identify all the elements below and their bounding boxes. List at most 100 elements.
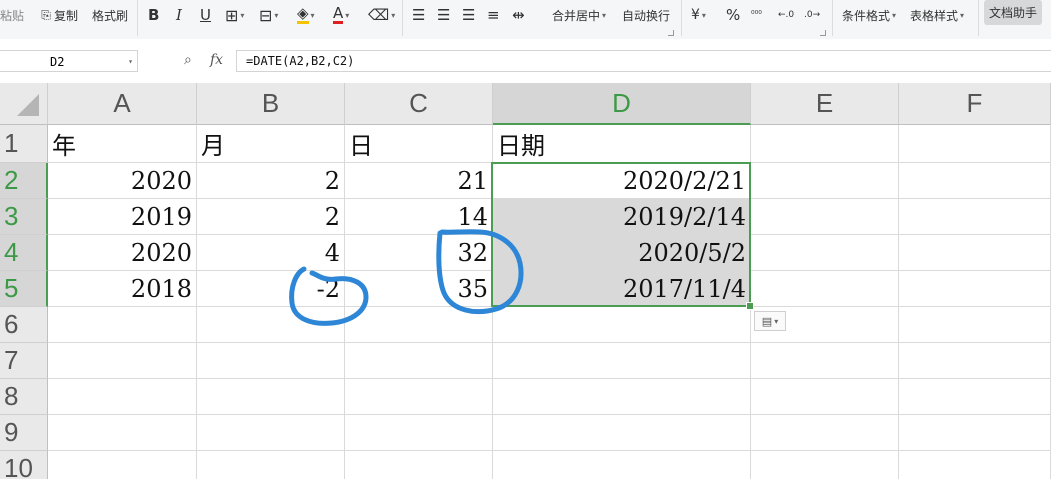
bold-button[interactable]: B	[148, 4, 159, 26]
fill-handle[interactable]	[746, 302, 754, 310]
cell-c4[interactable]: 32	[345, 235, 493, 271]
column-header-d[interactable]: D	[493, 83, 751, 125]
distribute-button[interactable]: ⇹	[512, 4, 525, 26]
align-top-button[interactable]: ☰	[412, 4, 425, 26]
zoom-search-icon[interactable]: ⌕	[184, 52, 192, 68]
cell-f4[interactable]	[899, 235, 1051, 271]
cell-e3[interactable]	[751, 199, 899, 235]
row-header-6[interactable]: 6	[0, 307, 48, 343]
column-header-b[interactable]: B	[197, 83, 345, 125]
cell-d1[interactable]: 日期	[493, 125, 751, 163]
cell-d3[interactable]: 2019/2/14	[493, 199, 751, 235]
row-header-3[interactable]: 3	[0, 199, 48, 235]
clear-button[interactable]: ⌫ ▾	[368, 4, 395, 26]
chevron-down-icon[interactable]: ▾	[128, 51, 133, 73]
thousands-button[interactable]: ⁰⁰⁰	[751, 4, 762, 26]
cell-f9[interactable]	[899, 415, 1051, 451]
cell-e4[interactable]	[751, 235, 899, 271]
cell-a7[interactable]	[48, 343, 197, 379]
italic-button[interactable]: I	[176, 4, 182, 26]
conditional-format-button[interactable]: 条件格式 ▾	[842, 4, 896, 26]
cell-f7[interactable]	[899, 343, 1051, 379]
cell-a3[interactable]: 2019	[48, 199, 197, 235]
doc-helper-button[interactable]: 文档助手	[984, 0, 1042, 25]
column-header-c[interactable]: C	[345, 83, 493, 125]
paste-button[interactable]: 粘贴	[0, 4, 24, 26]
font-color-button[interactable]: A ▾	[333, 4, 349, 26]
cell-f6[interactable]	[899, 307, 1051, 343]
cell-a1[interactable]: 年	[48, 125, 197, 163]
cell-c2[interactable]: 21	[345, 163, 493, 199]
cell-f1[interactable]	[899, 125, 1051, 163]
table-style-button[interactable]: 表格样式 ▾	[910, 4, 964, 26]
cell-e5[interactable]	[751, 271, 899, 307]
cell-a4[interactable]: 2020	[48, 235, 197, 271]
cell-c10[interactable]	[345, 451, 493, 479]
cell-d7[interactable]	[493, 343, 751, 379]
cell-d8[interactable]	[493, 379, 751, 415]
cell-c9[interactable]	[345, 415, 493, 451]
cell-f10[interactable]	[899, 451, 1051, 479]
row-header-8[interactable]: 8	[0, 379, 48, 415]
decrease-decimal-button[interactable]: .0→	[804, 4, 820, 26]
cell-f2[interactable]	[899, 163, 1051, 199]
cell-e10[interactable]	[751, 451, 899, 479]
align-bottom-button[interactable]: ☰	[462, 4, 475, 26]
row-header-9[interactable]: 9	[0, 415, 48, 451]
cell-c6[interactable]	[345, 307, 493, 343]
row-header-7[interactable]: 7	[0, 343, 48, 379]
cell-a8[interactable]	[48, 379, 197, 415]
fill-color-button[interactable]: ◈ ▾	[297, 4, 315, 26]
cell-e1[interactable]	[751, 125, 899, 163]
cell-c1[interactable]: 日	[345, 125, 493, 163]
cell-b10[interactable]	[197, 451, 345, 479]
cell-b1[interactable]: 月	[197, 125, 345, 163]
merge-center-button[interactable]: 合并居中 ▾	[552, 4, 606, 26]
cell-c7[interactable]	[345, 343, 493, 379]
cell-d5[interactable]: 2017/11/4	[493, 271, 751, 307]
cell-f8[interactable]	[899, 379, 1051, 415]
underline-button[interactable]: U	[200, 4, 211, 26]
cell-c5[interactable]: 35	[345, 271, 493, 307]
cell-b5[interactable]: -2	[197, 271, 345, 307]
row-header-1[interactable]: 1	[0, 125, 48, 163]
cell-b7[interactable]	[197, 343, 345, 379]
cell-d6[interactable]	[493, 307, 751, 343]
wrap-text-button[interactable]: 自动换行	[622, 4, 670, 26]
cell-e8[interactable]	[751, 379, 899, 415]
row-header-4[interactable]: 4	[0, 235, 48, 271]
formula-input[interactable]: =DATE(A2,B2,C2)	[236, 50, 1051, 72]
cell-b2[interactable]: 2	[197, 163, 345, 199]
cell-d9[interactable]	[493, 415, 751, 451]
cell-a9[interactable]	[48, 415, 197, 451]
number-dialog-launcher[interactable]	[820, 30, 826, 36]
row-header-10[interactable]: 10	[0, 451, 48, 479]
currency-button[interactable]: ¥ ▾	[691, 4, 706, 26]
paste-options-button[interactable]: ▤ ▾	[754, 311, 786, 331]
cell-b4[interactable]: 4	[197, 235, 345, 271]
column-header-e[interactable]: E	[751, 83, 899, 125]
align-middle-button[interactable]: ☰	[437, 4, 450, 26]
cell-d2[interactable]: 2020/2/21	[493, 163, 751, 199]
cell-c3[interactable]: 14	[345, 199, 493, 235]
cell-a10[interactable]	[48, 451, 197, 479]
cell-e2[interactable]	[751, 163, 899, 199]
cell-b9[interactable]	[197, 415, 345, 451]
percent-button[interactable]: %	[726, 4, 740, 26]
cell-b6[interactable]	[197, 307, 345, 343]
cell-a2[interactable]: 2020	[48, 163, 197, 199]
fx-insert-function-button[interactable]: fx	[210, 52, 223, 68]
cell-e9[interactable]	[751, 415, 899, 451]
column-header-a[interactable]: A	[48, 83, 197, 125]
cell-f3[interactable]	[899, 199, 1051, 235]
cell-b3[interactable]: 2	[197, 199, 345, 235]
row-header-5[interactable]: 5	[0, 271, 48, 307]
select-all-button[interactable]	[0, 83, 48, 125]
alignment-dialog-launcher[interactable]	[668, 30, 674, 36]
border-button[interactable]: ⊞ ▾	[225, 4, 244, 26]
cell-b8[interactable]	[197, 379, 345, 415]
cell-style-button[interactable]: ⊟ ▾	[259, 4, 278, 26]
cell-c8[interactable]	[345, 379, 493, 415]
column-header-f[interactable]: F	[899, 83, 1051, 125]
cell-a6[interactable]	[48, 307, 197, 343]
